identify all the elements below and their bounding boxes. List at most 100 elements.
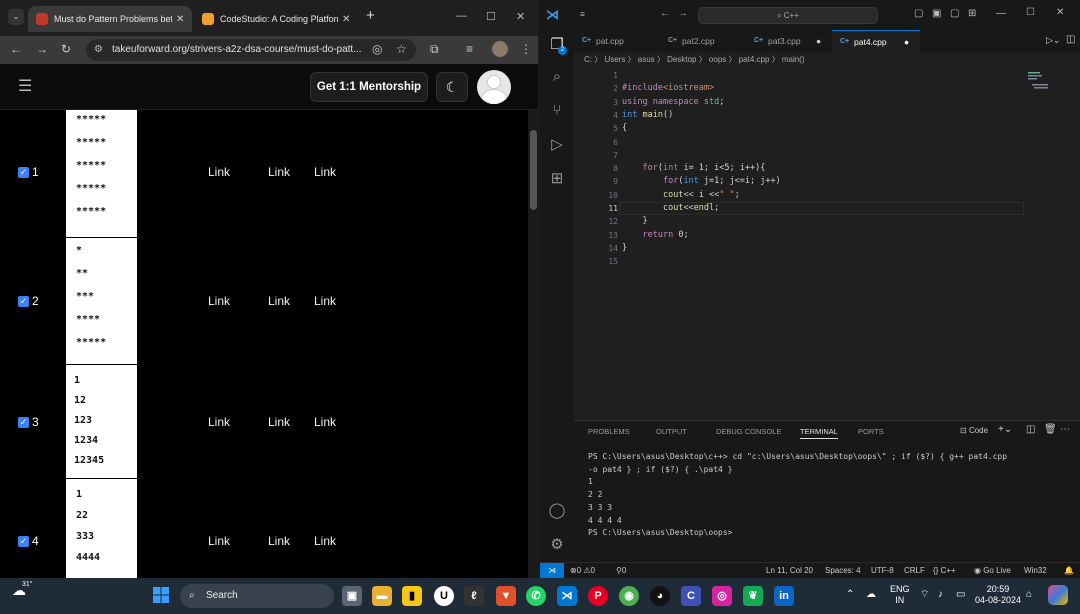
code-line[interactable]: }: [622, 243, 627, 253]
wifi-icon[interactable]: ⌔: [920, 589, 929, 600]
platform[interactable]: Win32: [1024, 563, 1047, 578]
problems-status[interactable]: ⊗0 ⚠0: [570, 563, 595, 578]
article-link[interactable]: Link: [208, 165, 230, 179]
taskbar-search-input[interactable]: ⌕ Search: [180, 584, 334, 608]
go-live-button[interactable]: ◉ Go Live: [974, 563, 1011, 578]
browser-tab-codestudio[interactable]: CodeStudio: A Coding Platform ✕: [194, 6, 358, 32]
chrome-icon[interactable]: ◉: [619, 586, 639, 606]
back-icon[interactable]: ←: [10, 42, 22, 56]
article-link[interactable]: Link: [208, 415, 230, 429]
close-tab-icon[interactable]: ✕: [342, 14, 350, 25]
app-tool-icon[interactable]: ℓ: [464, 586, 484, 606]
extensions-icon[interactable]: ⊞: [548, 170, 566, 188]
browser-tab-tuf[interactable]: Must do Pattern Problems befo ✕: [28, 6, 192, 32]
file-explorer-icon[interactable]: ▬: [372, 586, 392, 606]
code-line[interactable]: for(int i= 1; i<5; i++){: [622, 163, 765, 173]
tab-pat2-cpp[interactable]: C+ pat2.cpp: [660, 30, 744, 52]
scroll-thumb[interactable]: [530, 130, 537, 210]
code-line[interactable]: for(int j=1; j<=i; j++): [622, 176, 781, 186]
video-link[interactable]: Link: [268, 294, 290, 308]
maximize-icon[interactable]: ☐: [1026, 7, 1035, 18]
panel-tab-terminal[interactable]: TERMINAL: [800, 427, 838, 439]
panel-tab-problems[interactable]: PROBLEMS: [588, 427, 630, 436]
mentorship-button[interactable]: Get 1:1 Mentorship: [310, 72, 428, 102]
minimap[interactable]: [1024, 68, 1080, 420]
dark-mode-toggle-icon[interactable]: ☾: [436, 72, 468, 102]
battery-icon[interactable]: ▭: [956, 589, 965, 600]
video-link[interactable]: Link: [268, 534, 290, 548]
video-link[interactable]: Link: [268, 165, 290, 179]
kill-terminal-icon[interactable]: 🗑: [1044, 424, 1057, 435]
done-checkbox[interactable]: ✓: [18, 167, 29, 178]
close-tab-icon[interactable]: ✕: [176, 14, 184, 25]
task-view-icon[interactable]: ▣: [342, 586, 362, 606]
video-link[interactable]: Link: [268, 415, 290, 429]
instagram-icon[interactable]: ◎: [712, 586, 732, 606]
account-icon[interactable]: ◯: [548, 502, 566, 520]
tab-pat4-cpp[interactable]: C+ pat4.cpp ●: [832, 30, 920, 52]
hamburger-menu-icon[interactable]: ☰: [18, 76, 32, 96]
mongodb-icon[interactable]: ❦: [743, 586, 763, 606]
ports-status[interactable]: ⚲0: [616, 563, 626, 578]
line-ending[interactable]: CRLF: [904, 563, 925, 578]
brave-browser-icon[interactable]: ▼: [496, 586, 516, 606]
code-line[interactable]: }: [622, 216, 647, 226]
panel-tab-ports[interactable]: PORTS: [858, 427, 884, 436]
cursor-position[interactable]: Ln 11, Col 20: [766, 563, 813, 578]
eye-off-icon[interactable]: ◎: [372, 42, 382, 56]
terminal-shell-selector[interactable]: ⊡ Code: [960, 426, 988, 435]
article-link[interactable]: Link: [208, 294, 230, 308]
start-windows-icon[interactable]: [152, 586, 170, 604]
practice-link[interactable]: Link: [314, 415, 336, 429]
forward-icon[interactable]: →: [36, 42, 48, 56]
unsaved-dot-icon[interactable]: ●: [816, 30, 821, 52]
settings-gear-icon[interactable]: ⚙: [548, 536, 566, 554]
new-tab-button[interactable]: +: [366, 7, 375, 24]
clock[interactable]: 20:59 04-08-2024: [975, 584, 1021, 606]
media-icon[interactable]: ≡: [466, 42, 473, 56]
bookmark-star-icon[interactable]: ☆: [396, 42, 407, 56]
done-checkbox[interactable]: ✓: [18, 536, 29, 547]
practice-link[interactable]: Link: [314, 294, 336, 308]
tab-pat-cpp[interactable]: C+ pat.cpp: [574, 30, 658, 52]
code-line[interactable]: return 0;: [622, 230, 688, 240]
tray-overflow-icon[interactable]: ⌃: [846, 589, 854, 600]
toggle-secondary-sidebar-icon[interactable]: ▢: [950, 8, 959, 19]
panel-tab-output[interactable]: OUTPUT: [656, 427, 687, 436]
vscode-taskbar-icon[interactable]: ⋊: [557, 586, 577, 606]
code-line[interactable]: int main(): [622, 110, 673, 120]
pinterest-icon[interactable]: P: [588, 586, 608, 606]
profile-avatar[interactable]: [492, 41, 508, 57]
done-checkbox[interactable]: ✓: [18, 417, 29, 428]
layout-icon[interactable]: ⊞: [968, 8, 976, 19]
language-indicator[interactable]: ENG IN: [890, 584, 910, 606]
article-link[interactable]: Link: [208, 534, 230, 548]
source-control-icon[interactable]: ⑂: [548, 102, 566, 120]
split-terminal-icon[interactable]: ◫: [1026, 424, 1035, 435]
new-terminal-icon[interactable]: +⌄: [998, 424, 1012, 435]
reload-icon[interactable]: ↻: [61, 42, 71, 56]
extensions-icon[interactable]: ⧉: [430, 42, 439, 57]
close-window-icon[interactable]: ✕: [516, 10, 525, 23]
back-icon[interactable]: ←: [660, 8, 670, 19]
minimize-icon[interactable]: —: [456, 10, 467, 22]
copilot-icon[interactable]: [1048, 585, 1068, 605]
whatsapp-icon[interactable]: ✆: [526, 586, 546, 606]
url-bar[interactable]: ⚙ takeuforward.org/strivers-a2z-dsa-cour…: [86, 39, 416, 61]
run-icon[interactable]: ▷⌄: [1046, 35, 1060, 46]
linkedin-icon[interactable]: in: [774, 586, 794, 606]
github-icon[interactable]: ◕: [650, 586, 670, 606]
canva-icon[interactable]: C: [681, 586, 701, 606]
search-icon[interactable]: ⌕: [548, 68, 566, 86]
code-line[interactable]: {: [622, 123, 627, 133]
breadcrumb[interactable]: C: 〉 Users 〉 asus 〉 Desktop 〉 oops 〉 pat…: [574, 52, 1080, 68]
practice-link[interactable]: Link: [314, 165, 336, 179]
maximize-icon[interactable]: ☐: [486, 10, 496, 23]
remote-icon[interactable]: ⋊: [540, 563, 564, 579]
user-avatar[interactable]: [477, 70, 511, 104]
minimize-icon[interactable]: —: [996, 8, 1006, 19]
app-u-icon[interactable]: U: [434, 586, 454, 606]
practice-link[interactable]: Link: [314, 534, 336, 548]
panel-tab-debug-console[interactable]: DEBUG CONSOLE: [716, 427, 781, 436]
tab-pat3-cpp[interactable]: C+ pat3.cpp ●: [746, 30, 830, 52]
